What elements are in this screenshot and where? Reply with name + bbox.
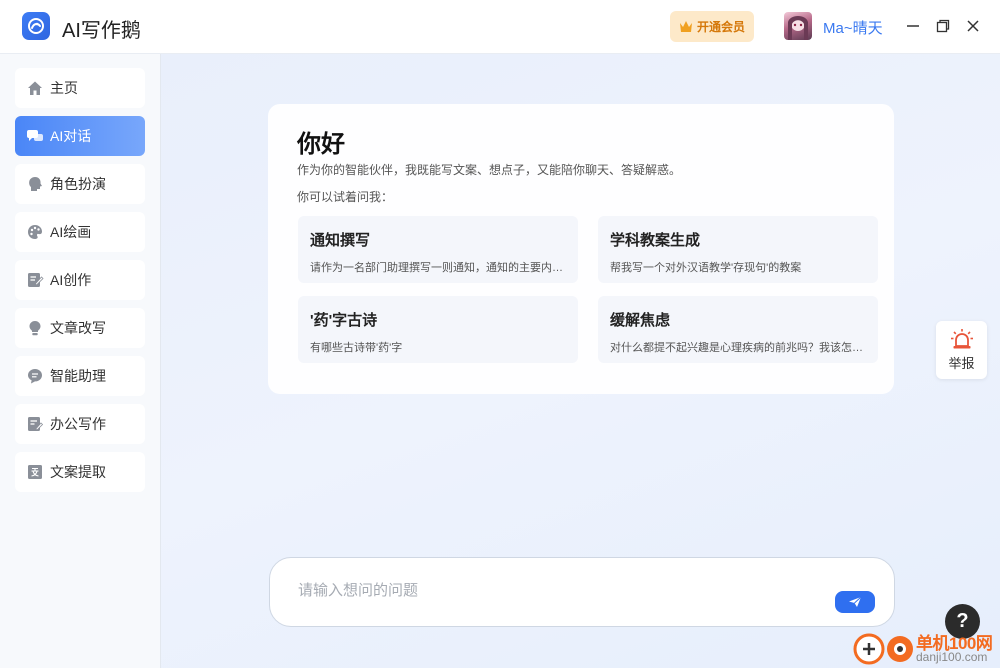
greeting-title: 你好	[297, 131, 345, 158]
sidebar-item-label: 主页	[50, 80, 78, 96]
edit-icon	[26, 271, 44, 289]
close-icon	[967, 20, 979, 32]
suggestion-desc: 对什么都提不起兴趣是心理疾病的前兆吗？我该怎么...	[610, 342, 866, 354]
chat-icon	[26, 127, 44, 145]
close-button[interactable]	[963, 16, 983, 36]
suggestion-card[interactable]: 学科教案生成 帮我写一个对外汉语教学'存现句'的教案	[598, 216, 878, 283]
sidebar-item-home[interactable]: 主页	[15, 68, 145, 108]
sidebar-item-label: AI对话	[50, 128, 92, 144]
home-icon	[26, 79, 44, 97]
suggestion-title: 学科教案生成	[610, 232, 701, 249]
crown-icon	[679, 21, 692, 32]
greeting-subtitle: 作为你的智能伙伴，我既能写文案、想点子，又能陪你聊天、答疑解惑。	[297, 163, 682, 177]
watermark-logo-icon	[853, 633, 913, 665]
suggestion-card[interactable]: 缓解焦虑 对什么都提不起兴趣是心理疾病的前兆吗？我该怎么...	[598, 296, 878, 363]
suggestion-card[interactable]: '药'字古诗 有哪些古诗带'药'字	[298, 296, 578, 363]
report-button[interactable]: 举报	[936, 321, 987, 379]
sidebar-item-label: AI创作	[50, 272, 92, 288]
avatar[interactable]	[784, 12, 812, 40]
sidebar-item-smart-assistant[interactable]: 智能助理	[15, 356, 145, 396]
sidebar-item-label: 办公写作	[50, 416, 106, 432]
suggestion-title: '药'字古诗	[310, 312, 378, 329]
role-icon	[26, 175, 44, 193]
watermark-url: danji100.com	[916, 650, 988, 664]
palette-icon	[26, 223, 44, 241]
minimize-button[interactable]	[903, 16, 923, 36]
sidebar-item-label: 文章改写	[50, 320, 106, 336]
maximize-button[interactable]	[933, 16, 953, 36]
text-extract-icon	[26, 463, 44, 481]
vip-button[interactable]: 开通会员	[670, 11, 754, 42]
alarm-icon	[950, 329, 973, 349]
watermark: 单机100网 danji100.com	[850, 628, 1000, 668]
app-logo-icon	[22, 12, 50, 40]
sidebar-item-ai-creation[interactable]: AI创作	[15, 260, 145, 300]
suggestion-title: 缓解焦虑	[610, 312, 671, 329]
minimize-icon	[907, 25, 919, 27]
question-input[interactable]	[298, 582, 798, 599]
send-button[interactable]	[835, 591, 875, 613]
maximize-icon	[936, 19, 950, 33]
username[interactable]: Ma~晴天	[823, 17, 883, 38]
welcome-card: 你好 作为你的智能伙伴，我既能写文案、想点子，又能陪你聊天、答疑解惑。 你可以试…	[268, 104, 894, 394]
sidebar: 主页 AI对话 角色扮演 AI绘画 AI创作 文章改写 智能助理 办公写作 文案…	[0, 54, 161, 668]
suggestion-title: 通知撰写	[310, 232, 371, 249]
sidebar-item-ai-chat[interactable]: AI对话	[15, 116, 145, 156]
sidebar-item-label: 文案提取	[50, 464, 106, 480]
vip-label: 开通会员	[696, 20, 745, 34]
send-icon	[849, 596, 862, 607]
message-icon	[26, 367, 44, 385]
document-edit-icon	[26, 415, 44, 433]
sidebar-item-label: 角色扮演	[50, 176, 106, 192]
chat-input-box	[269, 557, 895, 627]
title-bar: AI写作鹅 开通会员 Ma~晴天	[0, 0, 1000, 54]
sidebar-item-ai-painting[interactable]: AI绘画	[15, 212, 145, 252]
suggestion-desc: 有哪些古诗带'药'字	[310, 342, 403, 354]
suggestion-desc: 帮我写一个对外汉语教学'存现句'的教案	[610, 262, 802, 274]
sidebar-item-copy-extract[interactable]: 文案提取	[15, 452, 145, 492]
suggestion-desc: 请作为一名部门助理撰写一则通知，通知的主要内容...	[310, 262, 566, 274]
sidebar-item-role-play[interactable]: 角色扮演	[15, 164, 145, 204]
sidebar-item-article-rewrite[interactable]: 文章改写	[15, 308, 145, 348]
sidebar-item-office-writing[interactable]: 办公写作	[15, 404, 145, 444]
sidebar-item-label: AI绘画	[50, 224, 92, 240]
report-label: 举报	[948, 356, 975, 371]
bulb-icon	[26, 319, 44, 337]
app-title: AI写作鹅	[62, 20, 141, 42]
try-asking-label: 你可以试着问我：	[297, 190, 394, 204]
sidebar-item-label: 智能助理	[50, 368, 106, 384]
suggestion-card[interactable]: 通知撰写 请作为一名部门助理撰写一则通知，通知的主要内容...	[298, 216, 578, 283]
